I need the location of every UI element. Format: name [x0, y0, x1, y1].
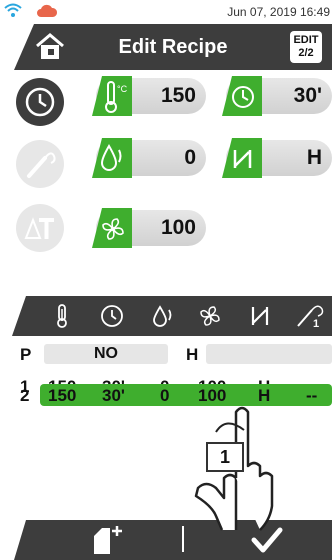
hold-value-box[interactable] — [206, 344, 332, 364]
table-row[interactable]: 2 150 30' 0 100 H -- — [0, 384, 332, 406]
program-row: P NO H — [0, 343, 332, 365]
hold-label: H — [186, 345, 199, 364]
wifi-icon — [4, 3, 22, 17]
delta-t-icon — [24, 217, 54, 239]
cloud-icon — [37, 4, 58, 17]
clock-icon — [101, 305, 123, 327]
edit-page-indicator: 2/2 — [298, 47, 314, 59]
row-fan: 100 — [198, 386, 227, 405]
delta-t-mode-button[interactable] — [16, 204, 64, 252]
row-time: 30' — [102, 386, 125, 405]
cycle-end-icon — [251, 307, 269, 325]
time-field[interactable]: 30' — [222, 76, 332, 116]
time-value: 30' — [293, 84, 322, 107]
bottom-toolbar — [14, 520, 332, 560]
thermometer-icon — [57, 304, 67, 328]
row-temperature: 150 — [48, 386, 77, 405]
svg-text:1: 1 — [313, 318, 319, 328]
thermometer-celsius-icon: °C — [92, 76, 132, 116]
edit-label: EDIT — [293, 34, 319, 46]
edit-recipe-screen: Jun 07, 2019 16:49 Edit Recipe EDIT 2/2 … — [0, 0, 332, 560]
fan-icon — [200, 306, 220, 326]
hold-mode-field[interactable]: H — [222, 138, 332, 178]
tutorial-step-badge: 1 — [206, 442, 244, 472]
cycle-end-icon — [222, 138, 262, 178]
clock-icon — [222, 76, 262, 116]
cooking-time-mode-button[interactable] — [16, 78, 64, 126]
droplet-icon — [92, 138, 132, 178]
fan-speed-field[interactable]: 100 — [92, 208, 206, 248]
header-bar: Edit Recipe EDIT 2/2 — [14, 24, 332, 70]
row-hold: H — [258, 386, 271, 405]
row-probe: -- — [306, 386, 318, 405]
program-label: P — [20, 345, 32, 364]
humidity-value: 0 — [184, 146, 196, 169]
svg-text:°C: °C — [117, 84, 128, 94]
temperature-field[interactable]: °C 150 — [92, 76, 206, 116]
status-datetime: Jun 07, 2019 16:49 — [227, 5, 330, 19]
page-title: Edit Recipe — [118, 36, 228, 58]
droplet-icon — [153, 305, 172, 327]
phase-table-header: 1 — [12, 296, 332, 336]
edit-page-button[interactable]: EDIT 2/2 — [290, 31, 322, 63]
fan-icon — [92, 208, 132, 248]
probe-mode-button[interactable] — [16, 140, 64, 188]
toolbar-divider — [182, 526, 184, 552]
probe-icon: 1 — [297, 305, 324, 328]
fan-speed-value: 100 — [160, 216, 196, 239]
new-phase-icon[interactable] — [92, 524, 124, 556]
humidity-field[interactable]: 0 — [92, 138, 206, 178]
hold-mode-value: H — [306, 146, 322, 169]
probe-icon — [27, 152, 56, 178]
status-bar: Jun 07, 2019 16:49 — [0, 0, 332, 24]
clock-icon — [25, 87, 55, 117]
row-humidity: 0 — [160, 386, 170, 405]
program-value-box[interactable]: NO — [44, 344, 168, 364]
temperature-value: 150 — [160, 84, 196, 107]
row-index: 2 — [20, 386, 30, 405]
